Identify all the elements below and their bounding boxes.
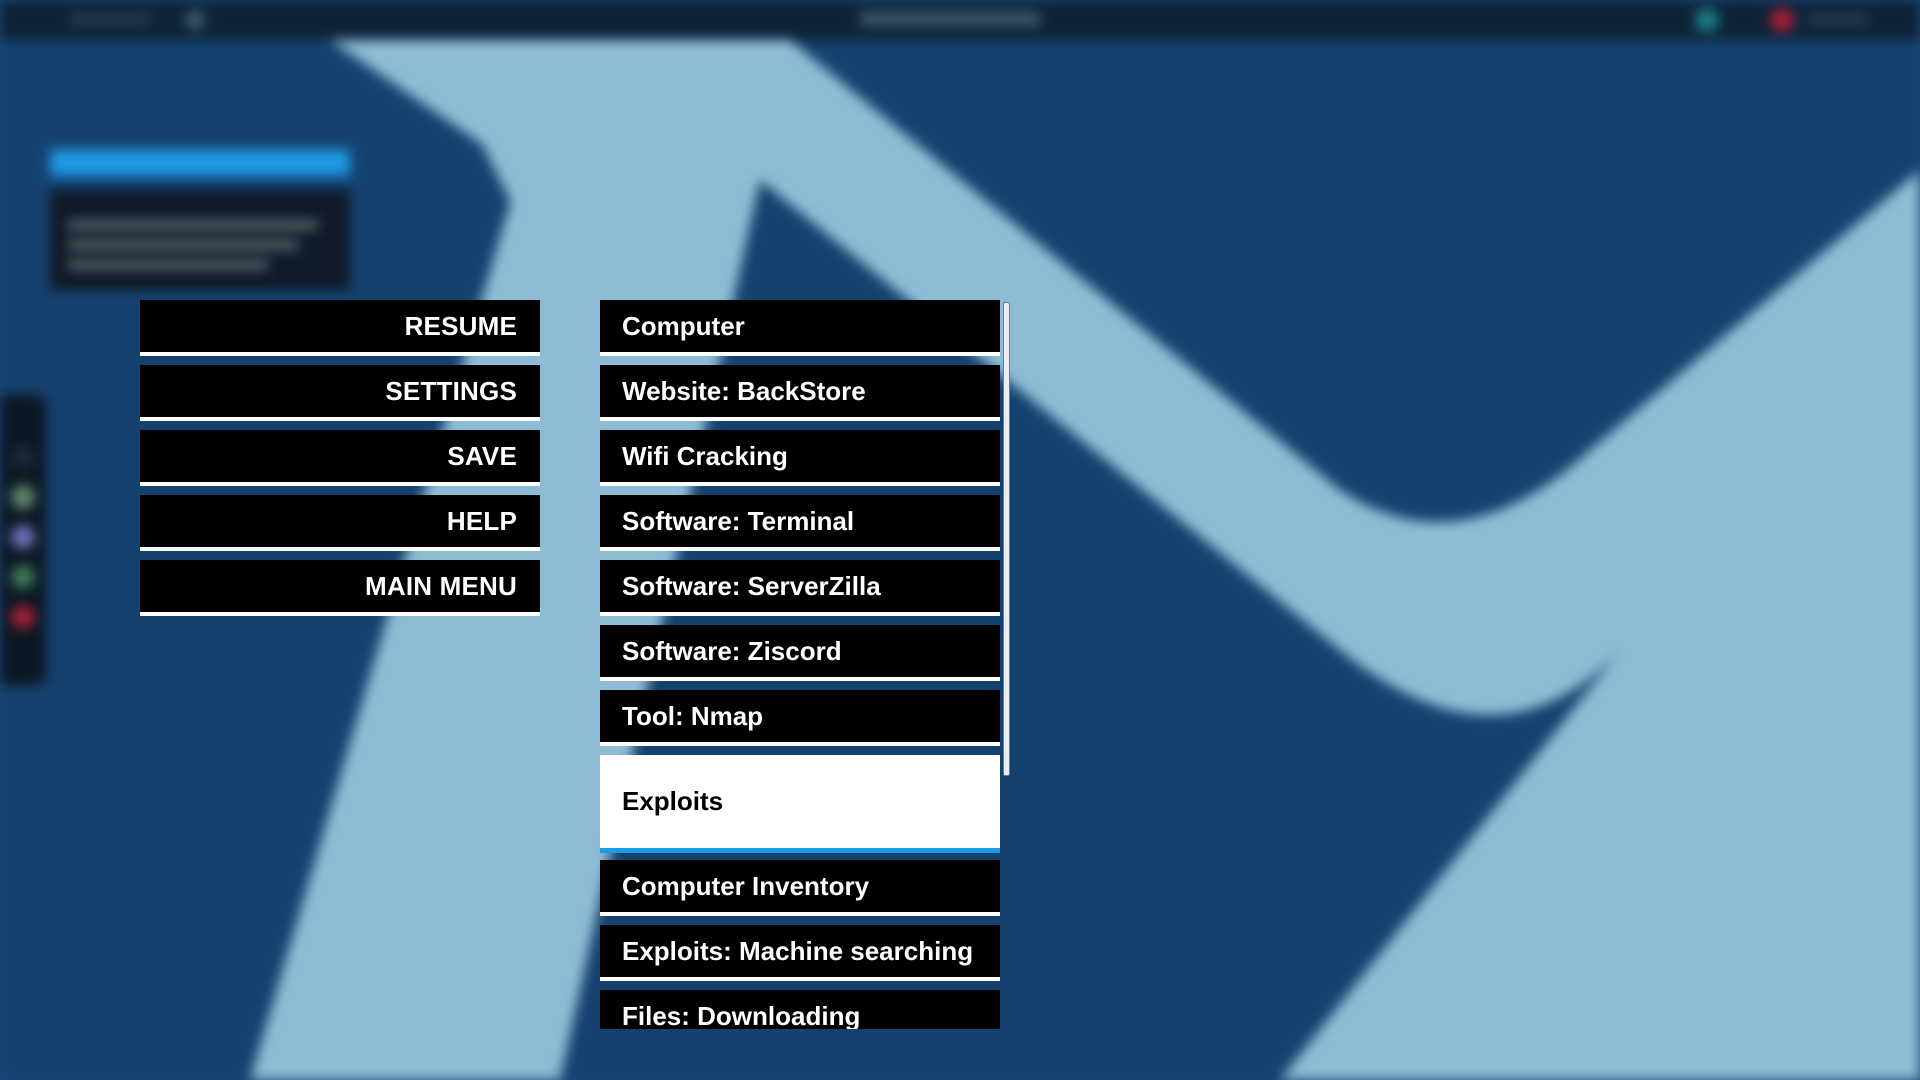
notification-header bbox=[50, 150, 350, 176]
network-icon bbox=[1695, 8, 1719, 32]
help-button[interactable]: HELP bbox=[140, 495, 540, 551]
help-topic-wifi-cracking[interactable]: Wifi Cracking bbox=[600, 430, 1000, 486]
help-topic-software-serverzilla[interactable]: Software: ServerZilla bbox=[600, 560, 1000, 616]
save-button[interactable]: SAVE bbox=[140, 430, 540, 486]
help-topic-files-downloading[interactable]: Files: Downloading bbox=[600, 990, 1000, 1029]
dock-icon bbox=[11, 565, 35, 589]
taskbar-title bbox=[860, 12, 1040, 26]
taskbar bbox=[0, 0, 1920, 40]
dock-icon bbox=[11, 485, 35, 509]
notification-body bbox=[50, 190, 350, 290]
main-menu-button[interactable]: MAIN MENU bbox=[140, 560, 540, 616]
help-topic-software-ziscord[interactable]: Software: Ziscord bbox=[600, 625, 1000, 681]
help-topic-website-backstore[interactable]: Website: BackStore bbox=[600, 365, 1000, 421]
resume-button[interactable]: RESUME bbox=[140, 300, 540, 356]
help-topic-tool-nmap[interactable]: Tool: Nmap bbox=[600, 690, 1000, 746]
help-topic-computer[interactable]: Computer bbox=[600, 300, 1000, 356]
side-dock bbox=[0, 395, 46, 685]
help-list-scrollbar[interactable] bbox=[1003, 302, 1010, 776]
clock bbox=[1808, 14, 1868, 24]
taskbar-left-text bbox=[70, 14, 150, 24]
help-topic-list[interactable]: Computer Website: BackStore Wifi Crackin… bbox=[600, 300, 1000, 1029]
settings-button[interactable]: SETTINGS bbox=[140, 365, 540, 421]
help-topic-exploits[interactable]: Exploits bbox=[600, 755, 1000, 853]
dock-icon bbox=[11, 605, 35, 629]
help-topic-software-terminal[interactable]: Software: Terminal bbox=[600, 495, 1000, 551]
dock-icon bbox=[11, 525, 35, 549]
help-topic-computer-inventory[interactable]: Computer Inventory bbox=[600, 860, 1000, 916]
search-icon bbox=[185, 10, 205, 30]
alert-icon bbox=[1770, 8, 1794, 32]
help-topic-exploits-machine-searching[interactable]: Exploits: Machine searching bbox=[600, 925, 1000, 981]
dock-icon bbox=[11, 445, 35, 469]
